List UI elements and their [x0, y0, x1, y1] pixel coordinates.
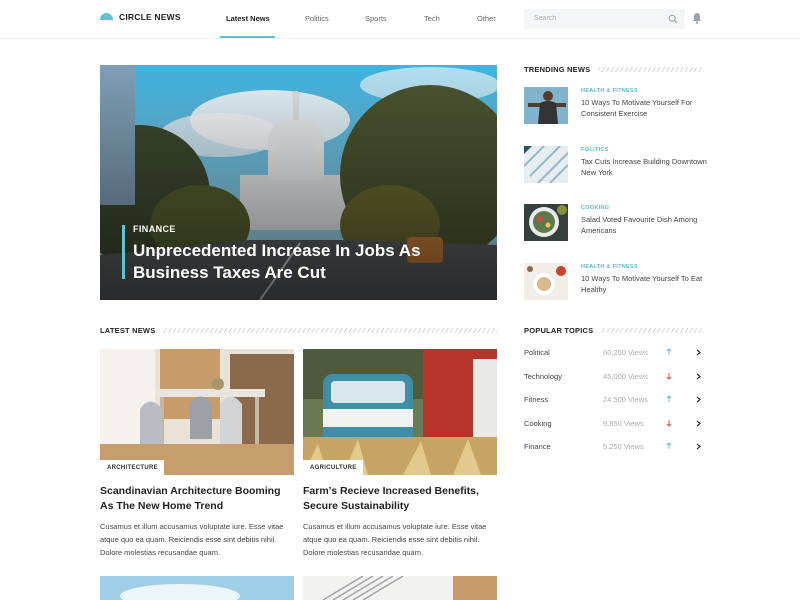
trend-up-icon — [666, 442, 672, 449]
trending-item[interactable]: HEALTH & FITNESS 10 Ways To Motivate You… — [524, 263, 704, 301]
nav-item-latest-news[interactable]: Latest News — [226, 14, 270, 23]
latest-news-header: LATEST NEWS — [100, 326, 497, 335]
chevron-right-icon[interactable] — [696, 443, 701, 450]
chevron-right-icon[interactable] — [696, 373, 701, 380]
hero-title[interactable]: Unprecedented Increase In Jobs As Busine… — [133, 240, 433, 284]
article-image-partial[interactable] — [100, 576, 294, 600]
article-tag[interactable]: AGRICULTURE — [303, 460, 363, 475]
topic-views: 9,850 Views — [603, 419, 644, 428]
topic-views: 60,250 Views — [603, 348, 648, 357]
search-placeholder: Search — [534, 15, 557, 22]
topic-row-technology[interactable]: Technology 45,000 Views — [524, 372, 704, 384]
active-nav-indicator — [220, 36, 275, 38]
topic-row-finance[interactable]: Finance 5,250 Views — [524, 442, 704, 454]
dining-room-image — [100, 349, 294, 475]
search-icon[interactable] — [668, 14, 678, 24]
trending-title[interactable]: Tax Cuts Increase Building Downtown New … — [581, 156, 711, 178]
trending-news-heading: TRENDING NEWS — [524, 65, 591, 74]
chevron-right-icon[interactable] — [696, 349, 701, 356]
nav-item-tech[interactable]: Tech — [424, 14, 440, 23]
circle-logo-icon — [100, 13, 113, 20]
trending-news-header: TRENDING NEWS — [524, 65, 704, 74]
trending-title[interactable]: 10 Ways To Motivate Yourself To Eat Heal… — [581, 273, 711, 295]
trending-item[interactable]: COOKING Salad Voted Favourite Dish Among… — [524, 204, 704, 242]
nav-item-other[interactable]: Other — [477, 14, 496, 23]
section-divider — [598, 67, 704, 72]
trending-thumbnail[interactable] — [524, 146, 568, 183]
trending-title[interactable]: 10 Ways To Motivate Yourself For Consist… — [581, 97, 711, 119]
trending-item[interactable]: POLITICS Tax Cuts Increase Building Down… — [524, 146, 707, 184]
topic-name[interactable]: Cooking — [524, 419, 552, 428]
article-title[interactable]: Farm’s Recieve Increased Benefits, Secur… — [303, 484, 497, 514]
trending-thumbnail[interactable] — [524, 87, 568, 124]
farm-van-image — [303, 349, 497, 475]
trending-category[interactable]: COOKING — [581, 205, 609, 211]
section-divider — [601, 328, 704, 333]
fitness-thumbnail — [524, 87, 568, 124]
topic-row-political[interactable]: Political 60,250 Views — [524, 348, 704, 360]
nav-item-sports[interactable]: Sports — [365, 14, 387, 23]
topic-row-fitness[interactable]: Fitness 24,500 Views — [524, 395, 704, 407]
trend-down-icon — [666, 420, 672, 427]
salad-thumbnail — [524, 204, 568, 241]
topic-row-cooking[interactable]: Cooking 9,850 Views — [524, 419, 704, 431]
article-excerpt: Cusamus et illum accusamus voluptate iur… — [303, 522, 487, 557]
healthy-food-thumbnail — [524, 263, 568, 300]
latest-news-heading: LATEST NEWS — [100, 326, 156, 335]
site-header: CIRCLE NEWS Latest News Politics Sports … — [0, 0, 800, 39]
trending-item[interactable]: HEALTH & FITNESS 10 Ways To Motivate You… — [524, 87, 704, 125]
article-tag[interactable]: ARCHITECTURE — [100, 460, 164, 475]
topic-name[interactable]: Technology — [524, 372, 562, 381]
chevron-right-icon[interactable] — [696, 396, 701, 403]
popular-topics-heading: POPULAR TOPICS — [524, 326, 594, 335]
building-thumbnail — [524, 146, 568, 183]
trending-thumbnail[interactable] — [524, 204, 568, 241]
article-card[interactable]: AGRICULTURE Farm’s Recieve Increased Ben… — [303, 349, 497, 559]
trending-title[interactable]: Salad Voted Favourite Dish Among America… — [581, 214, 711, 236]
hero-accent-bar — [122, 225, 125, 279]
bell-icon[interactable] — [692, 12, 702, 24]
topic-name[interactable]: Finance — [524, 442, 551, 451]
article-title[interactable]: Scandinavian Architecture Booming As The… — [100, 484, 294, 514]
hero-category[interactable]: FINANCE — [133, 224, 176, 234]
article-card[interactable]: ARCHITECTURE Scandinavian Architecture B… — [100, 349, 294, 559]
logo[interactable]: CIRCLE NEWS — [100, 12, 181, 22]
trend-down-icon — [666, 373, 672, 380]
article-image[interactable]: ARCHITECTURE — [100, 349, 294, 475]
article-image-partial[interactable] — [303, 576, 497, 600]
search-input[interactable]: Search — [524, 9, 685, 29]
section-divider — [163, 328, 497, 333]
trend-up-icon — [666, 395, 672, 402]
trend-up-icon — [666, 348, 672, 355]
trending-category[interactable]: HEALTH & FITNESS — [581, 264, 638, 270]
hero-article[interactable]: FINANCE Unprecedented Increase In Jobs A… — [100, 65, 497, 300]
trending-category[interactable]: HEALTH & FITNESS — [581, 88, 638, 94]
topic-views: 45,000 Views — [603, 372, 648, 381]
trending-category[interactable]: POLITICS — [581, 147, 609, 153]
chevron-right-icon[interactable] — [696, 420, 701, 427]
article-image[interactable]: AGRICULTURE — [303, 349, 497, 475]
brand-name: CIRCLE NEWS — [119, 12, 181, 22]
topic-name[interactable]: Political — [524, 348, 550, 357]
topic-views: 24,500 Views — [603, 395, 648, 404]
sky-image — [100, 576, 294, 600]
nav-item-politics[interactable]: Politics — [305, 14, 329, 23]
popular-topics-header: POPULAR TOPICS — [524, 326, 704, 335]
trending-thumbnail[interactable] — [524, 263, 568, 300]
topic-name[interactable]: Fitness — [524, 395, 548, 404]
stripes-image — [303, 576, 497, 600]
topic-views: 5,250 Views — [603, 442, 644, 451]
article-excerpt: Cusamus et illum accusamus voluptate iur… — [100, 522, 284, 557]
